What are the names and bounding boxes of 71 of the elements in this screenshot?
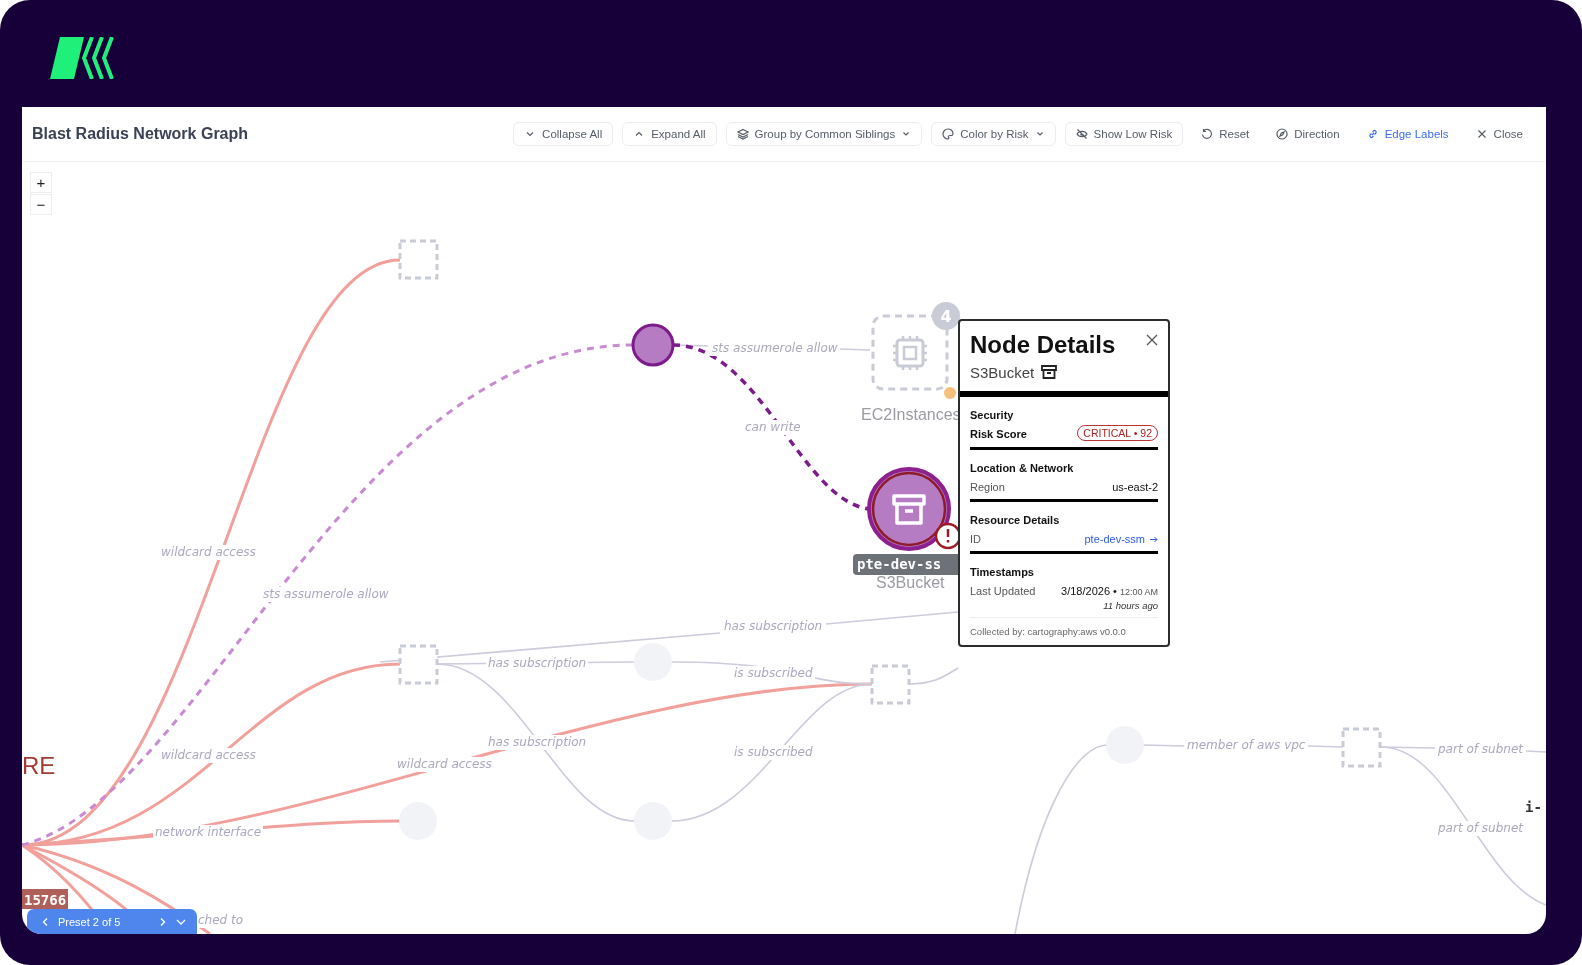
s3-node[interactable] <box>867 467 951 551</box>
reset-icon <box>1201 128 1214 140</box>
edge-label: wildcard access <box>159 545 258 560</box>
field-label: Last Updated <box>970 585 1036 597</box>
edge-label: has subscription <box>722 619 825 634</box>
panel-footer: Collected by: cartography:aws v0.0.0 <box>960 618 1168 645</box>
edge-label: network interface <box>153 825 264 840</box>
compass-icon <box>1276 128 1289 140</box>
edge-label: has subscription <box>486 735 589 750</box>
edge-label: part of subnet <box>1436 821 1525 836</box>
edge-label: member of aws vpc <box>1185 738 1308 753</box>
time-value: 12:00 AM <box>1119 587 1158 597</box>
close-icon[interactable] <box>1146 334 1158 346</box>
preset-bar[interactable]: Preset 2 of 5 <box>27 909 197 934</box>
graph-edge <box>837 348 871 351</box>
id-link[interactable]: pte-dev-ssm <box>1084 533 1158 545</box>
field-label: Risk Score <box>970 428 1027 440</box>
toolbar-button[interactable]: Expand All <box>622 122 717 146</box>
panel-title: Node Details <box>970 331 1116 359</box>
archive-icon <box>1040 363 1059 381</box>
handle-dot[interactable] <box>944 387 956 399</box>
edge-label: wildcard access <box>159 748 258 763</box>
toolbar-button[interactable]: Collapse All <box>513 122 614 146</box>
chevron-icon[interactable] <box>158 916 167 927</box>
count-badge <box>932 302 960 330</box>
edge-label: is subscribed <box>732 745 815 760</box>
logo-icon <box>50 37 114 79</box>
risk-label: RE <box>22 752 56 779</box>
node-label: S3Bucket <box>876 574 945 591</box>
edge-label: wildcard access <box>395 757 494 772</box>
zoom-button[interactable]: + <box>30 172 52 193</box>
edge-label: sts assumerole allow <box>261 587 391 602</box>
id-badge: 15766 <box>22 889 68 909</box>
graph-edge <box>1307 745 1344 748</box>
graph-node[interactable] <box>1106 726 1144 764</box>
node-id: i- <box>1525 799 1542 815</box>
toolbar-button[interactable]: Show Low Risk <box>1064 122 1184 146</box>
close-icon <box>1475 128 1488 140</box>
field-label: ID <box>970 533 981 545</box>
palette-icon <box>942 128 955 140</box>
edge-label: part of subnet <box>1436 742 1525 757</box>
graph-node[interactable] <box>631 323 675 367</box>
chevron-icon[interactable] <box>41 916 50 927</box>
graph-node[interactable] <box>399 802 437 840</box>
graph-title: Blast Radius Network Graph <box>32 125 249 143</box>
graph-node[interactable] <box>634 643 672 681</box>
relative-time: 11 hours ago <box>1103 600 1158 611</box>
section-heading: Timestamps <box>970 566 1035 578</box>
section-heading: Location & Network <box>970 462 1075 474</box>
section-heading: Security <box>970 409 1015 421</box>
date-value: 3/18/2026 • <box>1061 585 1117 597</box>
edge-label: is subscribed <box>732 666 815 681</box>
graph-edge <box>1142 744 1185 747</box>
graph-node[interactable] <box>634 802 672 840</box>
link-icon <box>1366 128 1379 140</box>
edge-label: has subscription <box>486 656 589 671</box>
layers-icon <box>736 128 749 140</box>
edge-label: can write <box>743 420 803 435</box>
toolbar-button[interactable]: Group by Common Siblings <box>725 122 923 146</box>
toolbar-button[interactable]: Color by Risk <box>931 122 1056 146</box>
node-type: S3Bucket <box>970 363 1035 381</box>
zoom-button[interactable]: − <box>30 194 52 215</box>
section-heading: Resource Details <box>970 514 1061 526</box>
node-label: EC2Instances <box>861 406 961 423</box>
edge-label: ched to <box>196 913 246 928</box>
eye-off-icon <box>1075 128 1088 140</box>
field-value: us-east-2 <box>1112 481 1158 493</box>
field-label: Region <box>970 481 1005 493</box>
graph-edge <box>908 667 959 685</box>
edge-label: sts assumerole allow <box>710 341 840 356</box>
arrow-icon <box>1149 534 1158 544</box>
